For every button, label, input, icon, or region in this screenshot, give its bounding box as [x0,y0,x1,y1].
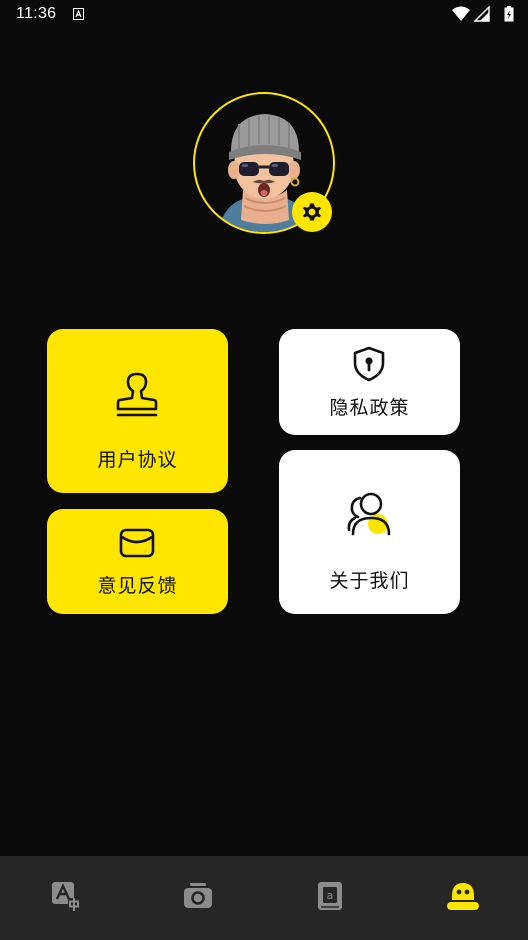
profile-page: 11:36 用户协议 意见反馈 隐私政策 关于我们 a [0,0,528,940]
nav-tab-camera[interactable] [132,856,264,940]
nav-tab-book[interactable]: a [264,856,396,940]
battery-icon [504,6,514,22]
app-notification-icon [73,8,84,20]
shield-keyhole-icon [353,346,385,382]
translate-icon [52,882,80,911]
privacy-policy-label: 隐私政策 [329,397,410,419]
wifi-icon [452,6,470,21]
camera-icon [184,883,212,908]
status-bar: 11:36 [0,0,528,30]
stamp-icon [116,372,158,417]
envelope-icon [119,528,155,558]
about-us-card[interactable]: 关于我们 [279,450,460,614]
user-agreement-label: 用户协议 [97,449,178,471]
users-icon [347,492,391,536]
user-agreement-card[interactable]: 用户协议 [47,329,228,493]
profile-face-icon [447,883,479,910]
nav-tab-profile[interactable] [396,856,528,940]
privacy-policy-card[interactable]: 隐私政策 [279,329,460,435]
status-time: 11:36 [16,5,57,22]
svg-text:a: a [327,889,334,902]
signal-icon [474,6,490,22]
profile-avatar-section [193,92,335,234]
nav-tab-translate[interactable] [0,856,132,940]
gear-icon [303,203,321,221]
feedback-card[interactable]: 意见反馈 [47,509,228,614]
about-us-label: 关于我们 [329,570,410,592]
book-icon: a [318,882,342,910]
settings-button[interactable] [292,192,332,232]
bottom-navigation: a [0,856,528,940]
feedback-label: 意见反馈 [97,575,178,597]
